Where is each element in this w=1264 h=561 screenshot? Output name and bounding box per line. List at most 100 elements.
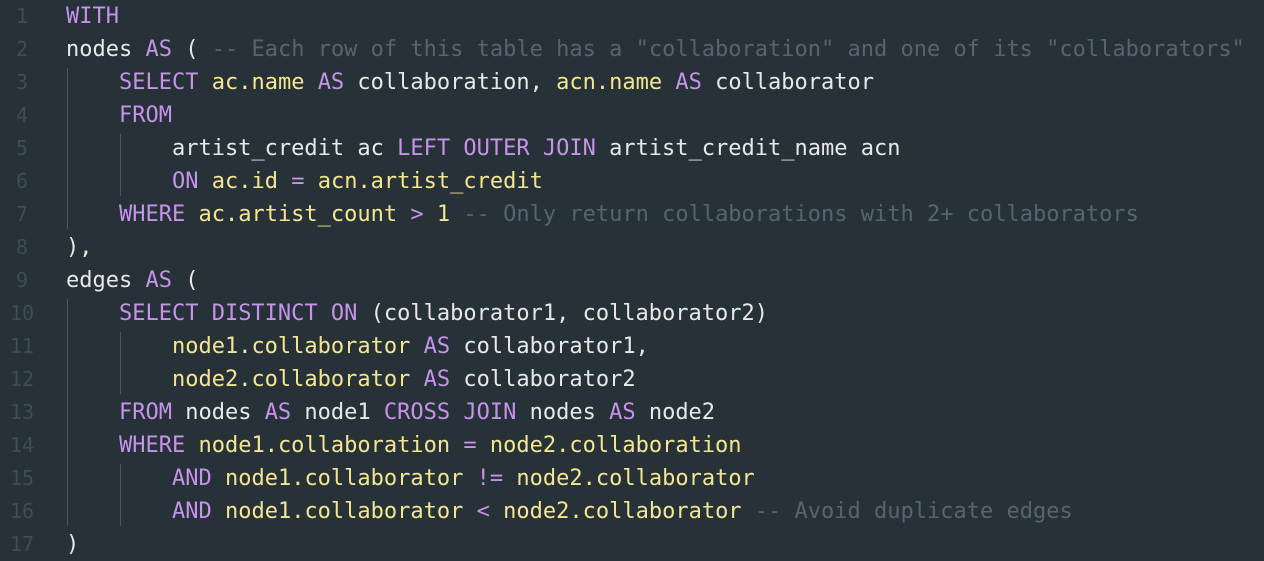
identifier-token: acn.name [556, 70, 663, 95]
code-content: AND node1.collaborator != node2.collabor… [66, 462, 755, 495]
code-line[interactable]: 11 node1.collaborator AS collaborator1, [0, 330, 1264, 363]
code-line[interactable]: 1 WITH [0, 0, 1264, 33]
line-number: 9 [15, 268, 29, 292]
code-text: ) [66, 532, 80, 557]
code-text: (collaborator1, collaborator2) [357, 301, 769, 326]
code-line[interactable]: 16 AND node1.collaborator < node2.collab… [0, 495, 1264, 528]
code-content: FROM nodes AS node1 CROSS JOIN nodes AS … [66, 396, 715, 429]
identifier-token: ac.id [211, 169, 278, 194]
operator-token: = [463, 433, 477, 458]
keyword-token: WHERE [118, 433, 186, 458]
code-content: WHERE ac.artist_count > 1 -- Only return… [66, 198, 1139, 231]
keyword-token: CROSS JOIN [383, 400, 517, 425]
code-content: WHERE node1.collaboration = node2.collab… [66, 429, 742, 462]
identifier-token: node1.collaboration [198, 433, 451, 458]
code-line[interactable]: 7 WHERE ac.artist_count > 1 -- Only retu… [0, 198, 1264, 231]
keyword-token: AND [171, 499, 212, 524]
line-number: 4 [15, 103, 29, 127]
code-line[interactable]: 6 ON ac.id = acn.artist_credit [0, 165, 1264, 198]
keyword-token: WHERE [118, 202, 186, 227]
identifier-token: node1.collaborator [224, 499, 464, 524]
line-number: 11 [9, 334, 35, 358]
code-content: WITH [66, 0, 119, 33]
comment-token: -- Avoid duplicate edges [754, 499, 1073, 524]
code-content: node1.collaborator AS collaborator1, [66, 330, 649, 363]
code-line[interactable]: 2 nodes AS ( -- Each row of this table ha… [0, 33, 1264, 66]
keyword-token: AS [145, 268, 172, 293]
identifier-token: acn.artist_credit [317, 169, 543, 194]
code-line[interactable]: 4 FROM [0, 99, 1264, 132]
identifier-token: node1.collaborator [224, 466, 464, 491]
code-content: edges AS ( [66, 264, 198, 297]
code-text: artist_credit_name acn [595, 136, 901, 161]
identifier-token: node2.collaborator [516, 466, 755, 491]
code-line[interactable]: 15 AND node1.collaborator != node2.colla… [0, 462, 1264, 495]
operator-token: != [476, 466, 504, 491]
line-number: 1 [15, 4, 29, 28]
keyword-token: ON [171, 169, 199, 194]
code-content: ON ac.id = acn.artist_credit [66, 165, 543, 198]
code-content: nodes AS ( -- Each row of this table has… [66, 33, 1245, 66]
code-editor[interactable]: 1 WITH 2 nodes AS ( -- Each row of this tab… [0, 0, 1264, 558]
code-line[interactable]: 13 FROM nodes AS node1 CROSS JOIN nodes … [0, 396, 1264, 429]
indent-guide [67, 299, 68, 526]
indent-guide [120, 464, 121, 526]
indent-guide [120, 134, 121, 196]
keyword-token: AND [171, 466, 212, 491]
code-text: ( [171, 37, 212, 62]
code-text: node1 [291, 400, 384, 425]
code-line[interactable]: 10 SELECT DISTINCT ON (collaborator1, co… [0, 297, 1264, 330]
code-content: FROM [66, 99, 172, 132]
line-number: 14 [9, 433, 35, 457]
code-content: ) [66, 528, 79, 561]
code-text: nodes [516, 400, 610, 425]
code-text: ( [171, 268, 199, 293]
keyword-token: SELECT DISTINCT ON [118, 301, 358, 326]
line-number: 8 [15, 235, 29, 259]
line-number: 5 [15, 136, 29, 160]
line-number: 15 [9, 466, 35, 490]
identifier-token: node2.collaboration [489, 433, 742, 458]
keyword-token: AS [264, 400, 292, 425]
code-line[interactable]: 3 SELECT ac.name AS collaboration, acn.n… [0, 66, 1264, 99]
operator-token: > [410, 202, 424, 227]
identifier-token: node1.collaborator [171, 334, 411, 359]
code-line[interactable]: 12 node2.collaborator AS collaborator2 [0, 363, 1264, 396]
keyword-token: AS [317, 70, 345, 95]
code-text: node2 [635, 400, 716, 425]
code-content: SELECT ac.name AS collaboration, acn.nam… [66, 66, 874, 99]
code-line[interactable]: 17) [0, 528, 1264, 561]
code-line[interactable]: 9 edges AS ( [0, 264, 1264, 297]
code-line[interactable]: 8), [0, 231, 1264, 264]
code-text: collaborator [701, 70, 875, 95]
code-line[interactable]: 5 artist_credit ac LEFT OUTER JOIN artis… [0, 132, 1264, 165]
keyword-token: AS [675, 70, 702, 95]
line-number: 13 [9, 400, 35, 424]
code-line[interactable]: 14 WHERE node1.collaboration = node2.col… [0, 429, 1264, 462]
indent-guide [120, 332, 121, 394]
keyword-token: AS [145, 37, 172, 62]
code-content: SELECT DISTINCT ON (collaborator1, colla… [66, 297, 768, 330]
